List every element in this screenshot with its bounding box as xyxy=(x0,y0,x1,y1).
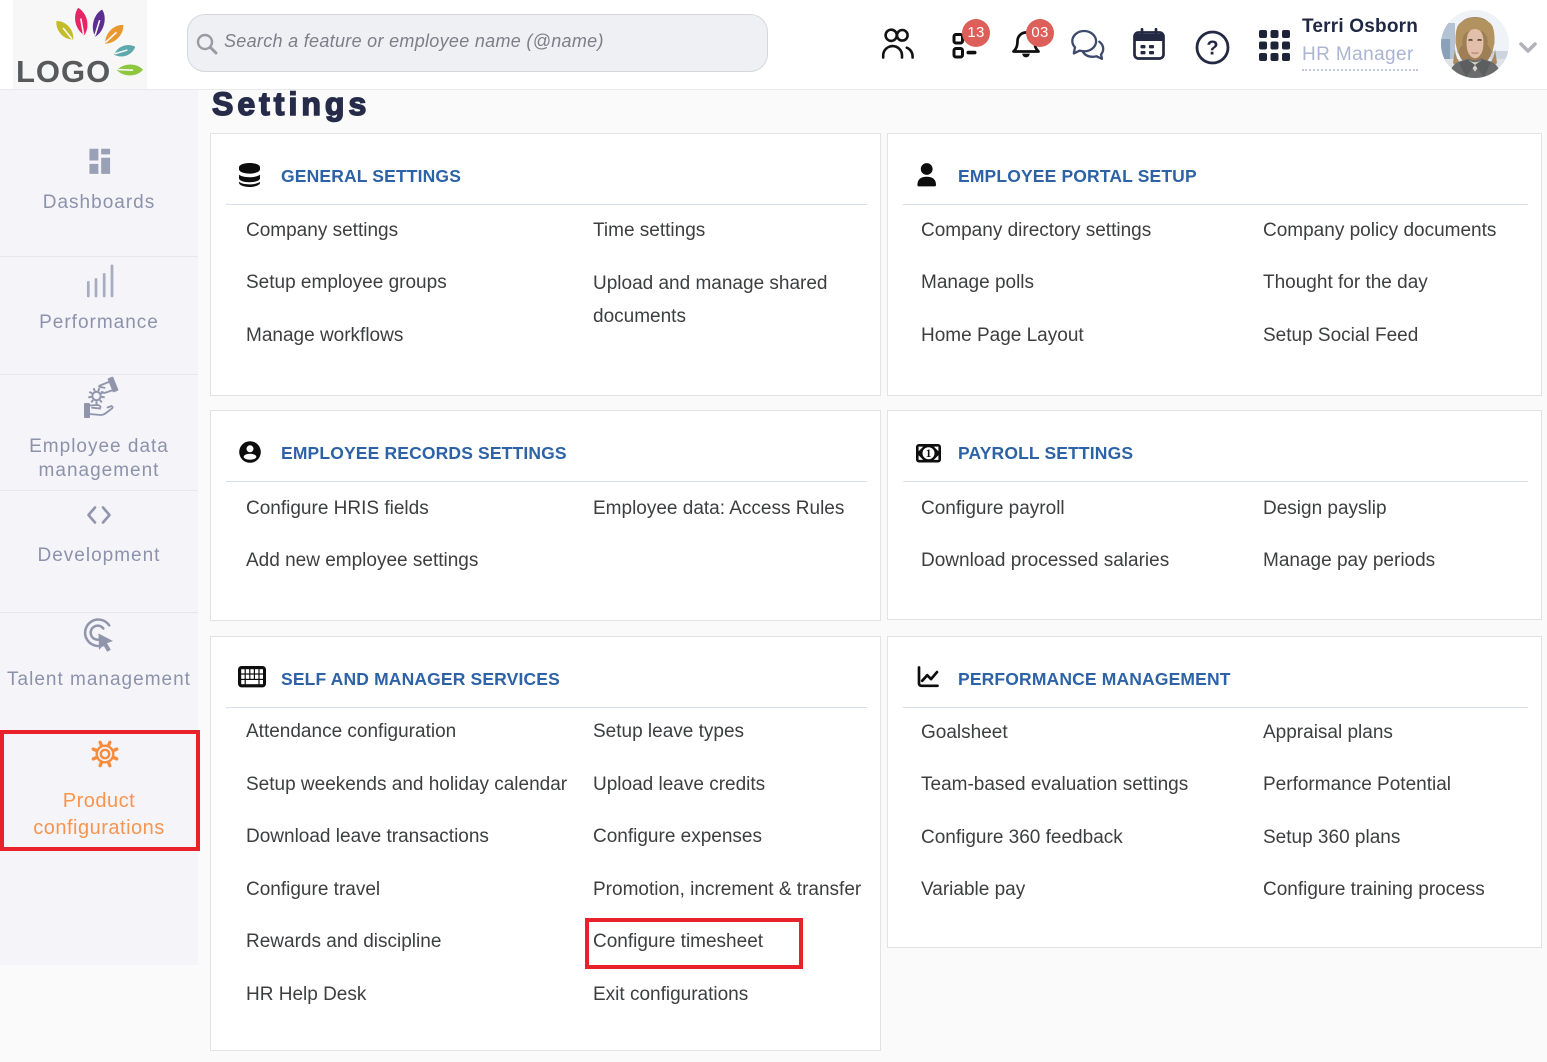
svg-text:1: 1 xyxy=(926,448,932,460)
svg-text:LOGO: LOGO xyxy=(16,54,111,89)
svg-text:?: ? xyxy=(1206,38,1218,60)
